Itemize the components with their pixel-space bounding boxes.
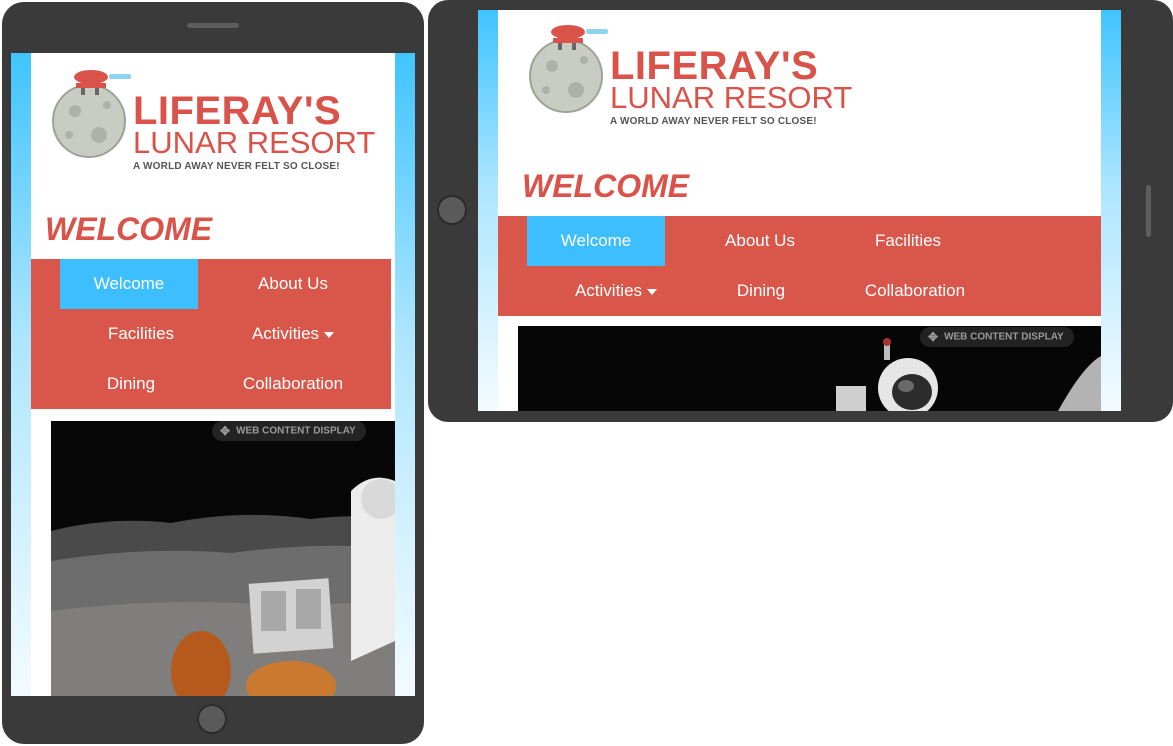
portlet-label: WEB CONTENT DISPLAY [236,425,356,437]
nav-item-welcome[interactable]: Welcome [527,216,665,266]
nav-item-about-us[interactable]: About Us [688,216,832,266]
nav-item-activities-label: Activities [251,324,320,343]
tablet-portrait-frame: LIFERAY'S LUNAR RESORT A WORLD AWAY NEVE… [2,2,424,744]
nav-item-activities[interactable]: Activities [221,309,365,359]
portlet-drag-handle[interactable]: ✥ WEB CONTENT DISPLAY [920,327,1074,347]
tablet-portrait-screen: LIFERAY'S LUNAR RESORT A WORLD AWAY NEVE… [11,53,415,696]
speaker-grille [1146,185,1151,237]
move-icon: ✥ [220,424,231,438]
page-content: LIFERAY'S LUNAR RESORT A WORLD AWAY NEVE… [31,53,395,696]
nav-item-facilities[interactable]: Facilities [838,216,978,266]
nav-item-facilities[interactable]: Facilities [72,309,210,359]
nav-item-collaboration[interactable]: Collaboration [845,266,985,316]
portlet-label: WEB CONTENT DISPLAY [944,331,1064,343]
chevron-down-icon [647,288,658,295]
main-navigation: Welcome About Us Facilities Activities D… [498,216,1101,316]
nav-item-welcome[interactable]: Welcome [60,259,198,309]
brand-subtitle: LUNAR RESORT [610,80,853,115]
move-icon: ✥ [928,330,939,344]
tablet-landscape-screen: LIFERAY'S LUNAR RESORT A WORLD AWAY NEVE… [478,10,1121,411]
nav-item-dining[interactable]: Dining [708,266,814,316]
page-title: WELCOME [45,211,213,247]
moon-logo-icon [52,70,131,158]
brand-tagline: A WORLD AWAY NEVER FELT SO CLOSE! [133,161,340,172]
page-content: LIFERAY'S LUNAR RESORT A WORLD AWAY NEVE… [498,10,1101,411]
chevron-down-icon [324,331,335,338]
nav-item-collaboration[interactable]: Collaboration [221,359,365,409]
brand-subtitle: LUNAR RESORT [133,125,376,160]
home-button[interactable] [437,195,467,225]
astronaut-photo [51,421,395,696]
nav-item-activities-label: Activities [574,281,643,300]
web-content-display: ✥ WEB CONTENT DISPLAY [518,326,1101,411]
page-title: WELCOME [522,168,690,204]
nav-item-dining[interactable]: Dining [62,359,200,409]
main-navigation: Welcome About Us Facilities Activities D… [31,259,391,409]
brand-tagline: A WORLD AWAY NEVER FELT SO CLOSE! [610,116,817,127]
tablet-landscape-frame: LIFERAY'S LUNAR RESORT A WORLD AWAY NEVE… [428,0,1173,422]
portlet-drag-handle[interactable]: ✥ WEB CONTENT DISPLAY [212,421,366,441]
nav-item-activities[interactable]: Activities [546,266,686,316]
moon-logo-icon [529,25,608,113]
nav-item-about-us[interactable]: About Us [221,259,365,309]
home-button[interactable] [197,704,227,734]
web-content-display: ✥ WEB CONTENT DISPLAY [51,421,395,696]
speaker-grille [187,23,239,28]
